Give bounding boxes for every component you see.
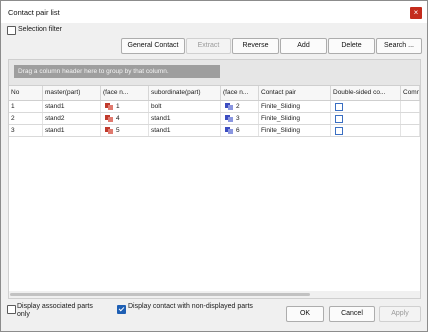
cell-master-face: 1 (101, 101, 149, 112)
group-by-hint: Drag a column header here to group by th… (14, 65, 220, 78)
extract-button[interactable]: Extract (186, 38, 231, 54)
subordinate-face-icon (225, 127, 233, 134)
delete-button[interactable]: Delete (328, 38, 375, 54)
title-bar: Contact pair list × (1, 1, 427, 23)
master-face-icon (105, 127, 113, 134)
general-contact-button[interactable]: General Contact (121, 38, 185, 54)
double-sided-checkbox[interactable] (335, 103, 343, 111)
contact-pair-dialog: Contact pair list × Selection filter Gen… (0, 0, 428, 332)
cancel-button[interactable]: Cancel (329, 306, 375, 322)
master-face-number: 5 (116, 127, 120, 134)
column-header-master[interactable]: master(part) (43, 86, 101, 100)
column-header-master-face[interactable]: (face n... (101, 86, 149, 100)
column-header-contact-pair[interactable]: Contact pair (259, 86, 331, 100)
cell-master: stand1 (43, 101, 101, 112)
close-icon: × (413, 8, 419, 17)
cell-subordinate: stand1 (149, 125, 221, 136)
cell-sub-face: 2 (221, 101, 259, 112)
contact-pair-table: No master(part) (face n... subordinate(p… (8, 85, 421, 299)
master-face-icon (105, 115, 113, 122)
cell-sub-face: 3 (221, 113, 259, 124)
cell-master-face: 5 (101, 125, 149, 136)
column-header-no[interactable]: No (9, 86, 43, 100)
cell-contact-pair: Finite_Sliding (259, 113, 331, 124)
column-header-comment[interactable]: Comm (401, 86, 420, 100)
cell-double-sided (331, 125, 401, 136)
cell-subordinate: bolt (149, 101, 221, 112)
sub-face-number: 2 (236, 103, 240, 110)
selection-filter-checkbox[interactable] (7, 26, 16, 35)
column-header-subordinate[interactable]: subordinate(part) (149, 86, 221, 100)
cell-no: 3 (9, 125, 43, 136)
cell-contact-pair: Finite_Sliding (259, 101, 331, 112)
master-face-number: 1 (116, 103, 120, 110)
master-face-number: 4 (116, 115, 120, 122)
scrollbar-thumb[interactable] (10, 293, 310, 296)
close-button[interactable]: × (410, 7, 422, 19)
window-title: Contact pair list (8, 8, 60, 17)
cell-comment (401, 101, 420, 112)
display-associated-checkbox[interactable] (7, 305, 16, 314)
cell-double-sided (331, 113, 401, 124)
cell-master: stand2 (43, 113, 101, 124)
apply-button[interactable]: Apply (379, 306, 421, 322)
cell-comment (401, 113, 420, 124)
display-associated-label: Display associated parts only (17, 303, 93, 318)
double-sided-checkbox[interactable] (335, 115, 343, 123)
group-by-panel[interactable]: Drag a column header here to group by th… (8, 59, 421, 86)
display-contact-label: Display contact with non-displayed parts (128, 303, 253, 310)
table-row[interactable]: 2 stand2 4 stand1 3 Finite_Sliding (9, 113, 420, 125)
cell-master: stand1 (43, 125, 101, 136)
cell-contact-pair: Finite_Sliding (259, 125, 331, 136)
sub-face-number: 6 (236, 127, 240, 134)
table-row[interactable]: 3 stand1 5 stand1 6 Finite_Sliding (9, 125, 420, 137)
cell-subordinate: stand1 (149, 113, 221, 124)
sub-face-number: 3 (236, 115, 240, 122)
column-header-double-sided[interactable]: Double-sided co... (331, 86, 401, 100)
table-header: No master(part) (face n... subordinate(p… (9, 86, 420, 101)
ok-button[interactable]: OK (286, 306, 324, 322)
column-header-sub-face[interactable]: (face n... (221, 86, 259, 100)
master-face-icon (105, 103, 113, 110)
horizontal-scrollbar[interactable] (9, 291, 420, 298)
subordinate-face-icon (225, 115, 233, 122)
search-button[interactable]: Search ... (376, 38, 422, 54)
cell-master-face: 4 (101, 113, 149, 124)
display-contact-checkbox[interactable] (117, 305, 126, 314)
double-sided-checkbox[interactable] (335, 127, 343, 135)
cell-double-sided (331, 101, 401, 112)
selection-filter-label: Selection filter (18, 26, 62, 33)
cell-comment (401, 125, 420, 136)
cell-no: 2 (9, 113, 43, 124)
subordinate-face-icon (225, 103, 233, 110)
cell-no: 1 (9, 101, 43, 112)
cell-sub-face: 6 (221, 125, 259, 136)
reverse-button[interactable]: Reverse (232, 38, 279, 54)
add-button[interactable]: Add (280, 38, 327, 54)
table-row[interactable]: 1 stand1 1 bolt 2 Finite_Sliding (9, 101, 420, 113)
